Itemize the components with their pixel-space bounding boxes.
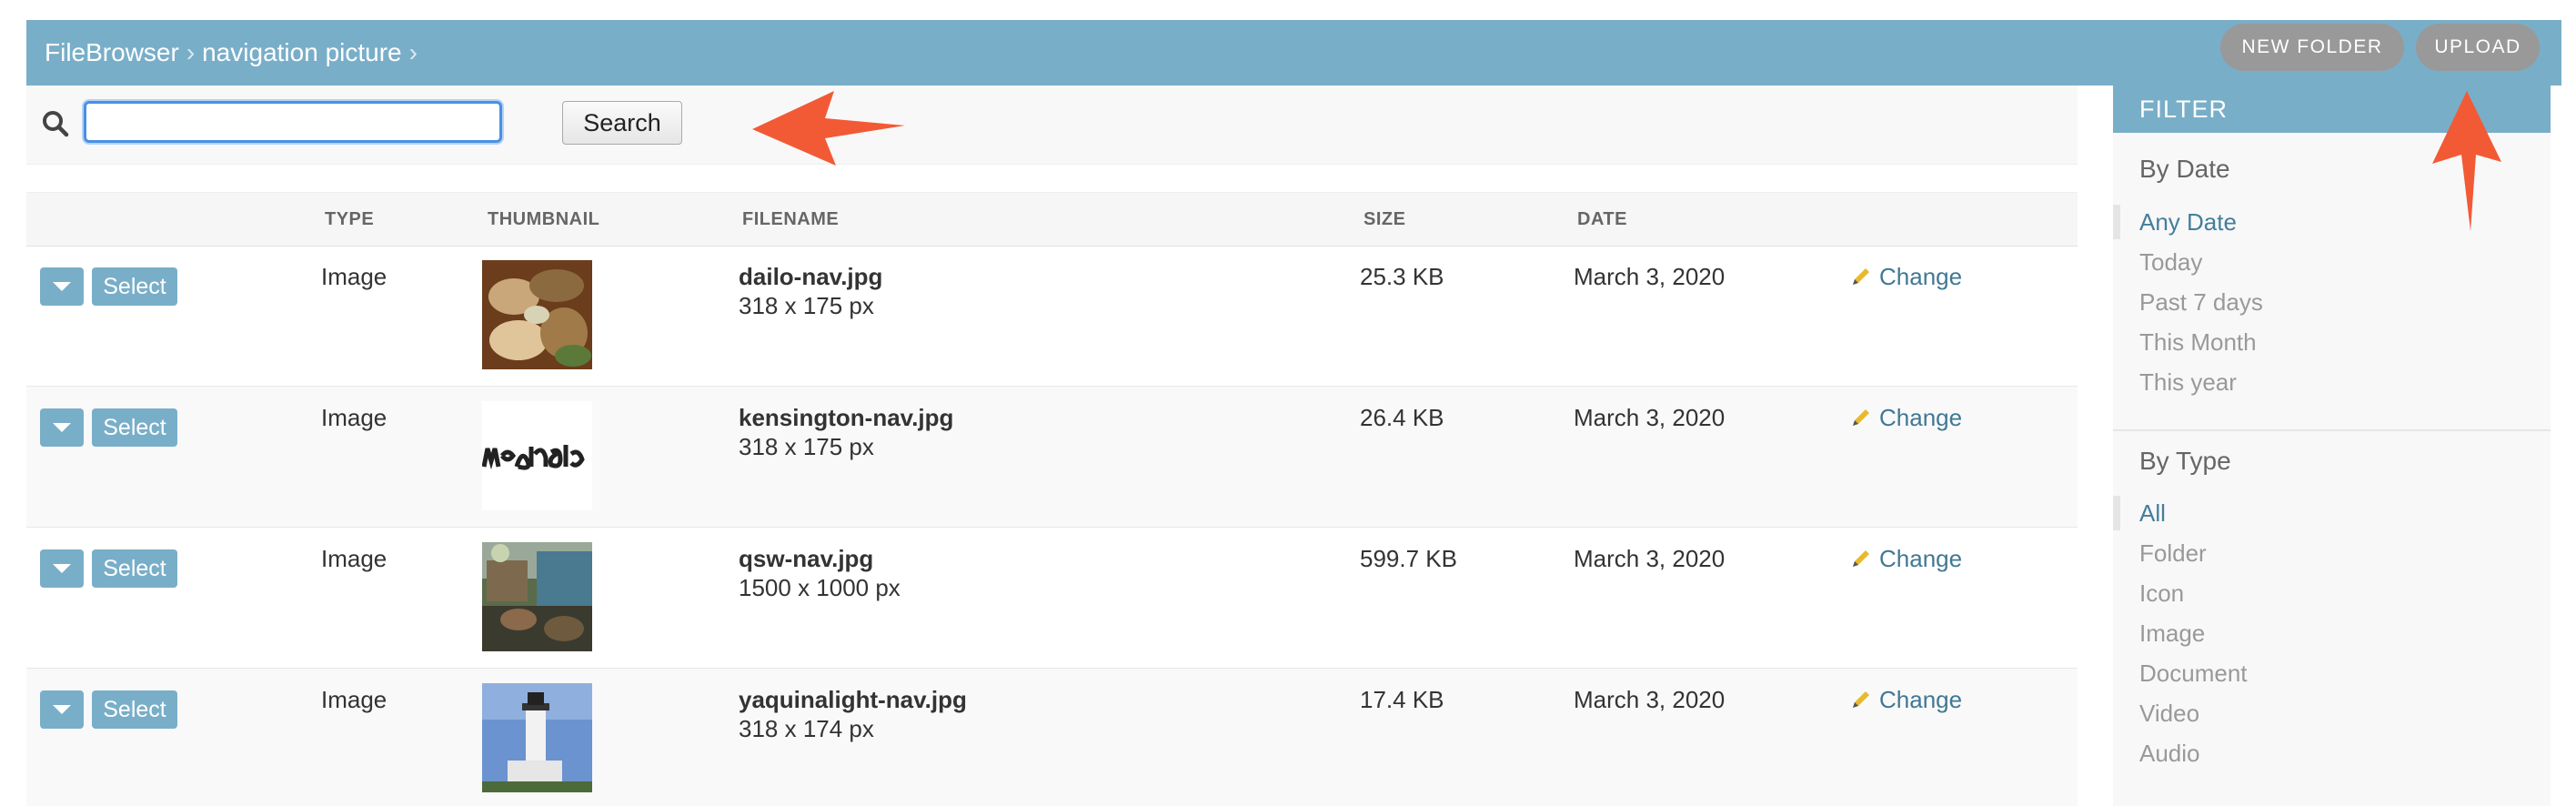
file-type: Image [321, 545, 387, 572]
search-input[interactable] [84, 101, 502, 143]
file-date: March 3, 2020 [1574, 263, 1726, 290]
column-header-filename[interactable]: FILENAME [742, 193, 839, 246]
row-menu-button[interactable] [40, 549, 84, 588]
file-date: March 3, 2020 [1574, 686, 1726, 713]
row-menu-button[interactable] [40, 267, 84, 306]
filter-type-video[interactable]: Video [2139, 698, 2199, 729]
file-size: 599.7 KB [1360, 545, 1457, 572]
table-row: Select Image kensington-nav.jpg 318 x 17… [26, 387, 2078, 528]
chevron-down-icon [53, 705, 71, 714]
upload-button[interactable]: UPLOAD [2416, 24, 2540, 71]
selected-marker [2113, 205, 2120, 239]
pencil-icon [1853, 550, 1869, 567]
breadcrumb-separator: › [186, 38, 196, 66]
thumbnail-image[interactable] [482, 401, 592, 510]
file-date: March 3, 2020 [1574, 404, 1726, 431]
filter-type-document[interactable]: Document [2139, 658, 2248, 689]
change-label[interactable]: Change [1879, 544, 1962, 573]
change-link[interactable]: Change [1850, 403, 1962, 432]
file-size: 26.4 KB [1360, 404, 1444, 431]
change-link[interactable]: Change [1850, 262, 1962, 291]
table-row: Select Image dailo-nav.jpg 318 x 175 px … [26, 246, 2078, 387]
filter-date-past-7-days[interactable]: Past 7 days [2139, 287, 2263, 317]
select-button[interactable]: Select [92, 690, 177, 729]
filter-date-today[interactable]: Today [2139, 247, 2202, 277]
pencil-icon [1853, 691, 1869, 708]
table-row: Select Image yaquinalight-nav.jpg 318 x … [26, 669, 2078, 806]
breadcrumb-current[interactable]: navigation picture [202, 38, 401, 66]
row-menu-button[interactable] [40, 690, 84, 729]
file-name[interactable]: yaquinalight-nav.jpg [739, 686, 967, 713]
search-button[interactable]: Search [562, 101, 682, 145]
filter-date-this-year[interactable]: This year [2139, 367, 2237, 398]
select-button[interactable]: Select [92, 267, 177, 306]
row-menu-button[interactable] [40, 408, 84, 447]
file-dimensions: 318 x 175 px [739, 292, 874, 319]
chevron-down-icon [53, 423, 71, 432]
table-header: TYPE THUMBNAIL FILENAME SIZE DATE [26, 192, 2078, 247]
change-label[interactable]: Change [1879, 685, 1962, 714]
file-type: Image [321, 404, 387, 431]
thumbnail-image[interactable] [482, 542, 592, 651]
filter-type-all[interactable]: All [2139, 498, 2166, 529]
file-date: March 3, 2020 [1574, 545, 1726, 572]
filter-by-type-title: By Type [2139, 447, 2231, 475]
filter-type-audio[interactable]: Audio [2139, 738, 2200, 769]
file-dimensions: 1500 x 1000 px [739, 574, 901, 601]
chevron-down-icon [53, 282, 71, 291]
change-label[interactable]: Change [1879, 403, 1962, 432]
arrow-annotation-icon [2432, 91, 2501, 231]
filter-date-this-month[interactable]: This Month [2139, 327, 2257, 358]
filter-type-folder[interactable]: Folder [2139, 538, 2207, 569]
search-bar: Search [26, 86, 2078, 165]
filter-type-icon[interactable]: Icon [2139, 578, 2184, 609]
file-size: 25.3 KB [1360, 263, 1444, 290]
breadcrumb-separator: › [408, 38, 418, 66]
divider [2113, 429, 2551, 431]
breadcrumb: FileBrowser › navigation picture › [45, 20, 425, 86]
column-header-size[interactable]: SIZE [1363, 193, 1405, 246]
change-link[interactable]: Change [1850, 685, 1962, 714]
file-type: Image [321, 686, 387, 713]
column-header-date[interactable]: DATE [1577, 193, 1627, 246]
search-icon [43, 111, 69, 137]
selected-marker [2113, 496, 2120, 530]
select-button[interactable]: Select [92, 549, 177, 588]
breadcrumb-root[interactable]: FileBrowser [45, 38, 179, 66]
select-button[interactable]: Select [92, 408, 177, 447]
file-name[interactable]: qsw-nav.jpg [739, 545, 873, 572]
arrow-annotation-icon [752, 91, 905, 166]
filter-type-image[interactable]: Image [2139, 618, 2205, 649]
file-size: 17.4 KB [1360, 686, 1444, 713]
change-label[interactable]: Change [1879, 262, 1962, 291]
file-name[interactable]: kensington-nav.jpg [739, 404, 953, 431]
header-bar: FileBrowser › navigation picture › NEW FOLD… [26, 20, 2561, 86]
thumbnail-image[interactable] [482, 260, 592, 369]
new-folder-button[interactable]: NEW FOLDER [2220, 24, 2404, 71]
column-header-type[interactable]: TYPE [325, 193, 374, 246]
thumbnail-image[interactable] [482, 683, 592, 792]
filter-by-date-title: By Date [2139, 155, 2230, 183]
file-type: Image [321, 263, 387, 290]
pencil-icon [1853, 409, 1869, 426]
filter-date-any[interactable]: Any Date [2139, 207, 2237, 237]
table-row: Select Image qsw-nav.jpg 1500 x 1000 px … [26, 528, 2078, 669]
file-dimensions: 318 x 175 px [739, 433, 874, 460]
file-name[interactable]: dailo-nav.jpg [739, 263, 882, 290]
file-dimensions: 318 x 174 px [739, 715, 874, 742]
pencil-icon [1853, 268, 1869, 285]
change-link[interactable]: Change [1850, 544, 1962, 573]
column-header-thumbnail: THUMBNAIL [488, 209, 600, 229]
chevron-down-icon [53, 564, 71, 573]
